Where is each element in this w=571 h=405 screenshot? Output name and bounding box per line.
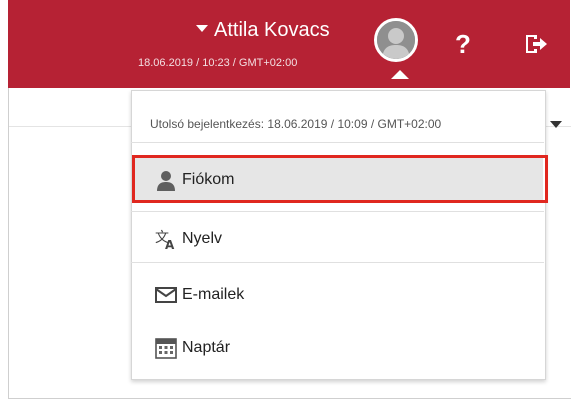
menu-item-label: Fiókom [182,171,235,188]
menu-item-account[interactable]: Fiókom [132,158,543,200]
avatar[interactable] [374,18,418,62]
menu-item-emails[interactable]: E-mailek [132,273,543,315]
calendar-icon [155,338,177,359]
user-icon [157,171,175,191]
menu-item-language[interactable]: 文 A Nyelv [132,217,543,259]
avatar-caret-icon [391,70,409,79]
caret-down-icon [196,25,208,33]
menu-item-label: E-mailek [182,286,245,303]
user-silhouette-icon [377,21,415,59]
envelope-icon [155,287,177,303]
svg-text:A: A [165,238,175,251]
caret-down-icon[interactable] [550,121,562,128]
divider [131,142,544,143]
logout-icon [526,35,547,53]
divider [131,262,544,263]
translate-icon: 文 A [155,230,175,251]
username: Attila Kovacs [214,19,330,41]
user-menu-toggle[interactable]: Attila Kovacs [196,18,330,42]
menu-item-label: Nyelv [182,230,223,247]
current-datetime: 18.06.2019 / 10:23 / GMT+02:00 [138,57,298,69]
logout-button[interactable] [524,33,548,55]
last-login-text: Utolsó bejelentkezés: 18.06.2019 / 10:09… [150,117,442,131]
help-button[interactable]: ? [455,30,471,58]
header-bar: Attila Kovacs 18.06.2019 / 10:23 / GMT+0… [8,0,570,88]
menu-item-label: Naptár [182,339,231,356]
menu-item-calendar[interactable]: Naptár [132,326,543,368]
divider [131,211,544,212]
